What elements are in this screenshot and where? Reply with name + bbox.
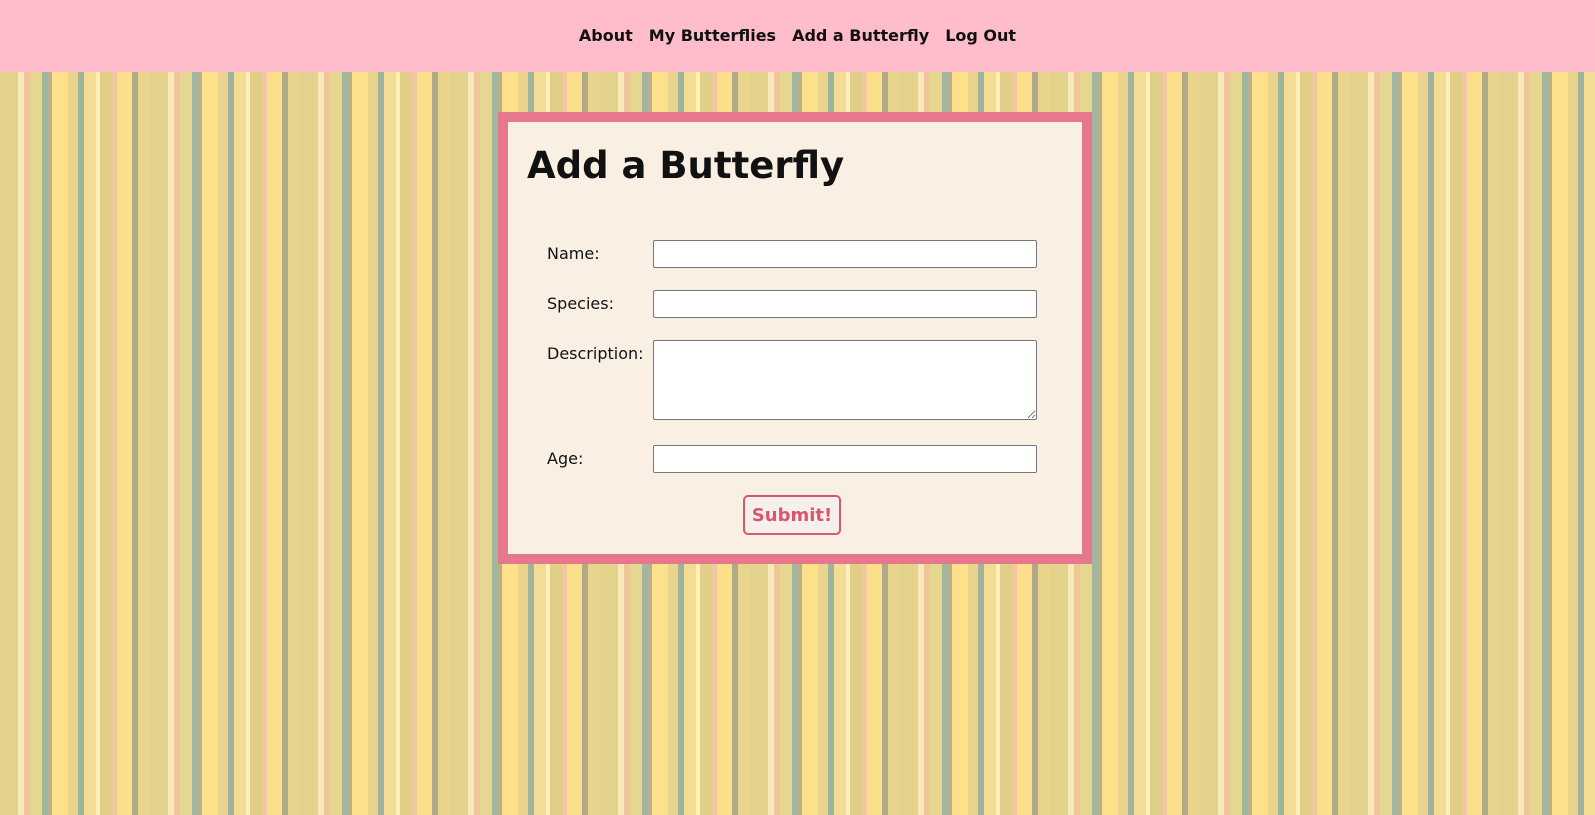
- page-title: Add a Butterfly: [527, 144, 845, 187]
- age-label: Age:: [547, 449, 584, 468]
- nav-log-out-link[interactable]: Log Out: [945, 26, 1016, 45]
- nav-my-butterflies-link[interactable]: My Butterflies: [649, 26, 776, 45]
- name-label: Name:: [547, 244, 600, 263]
- species-input[interactable]: [653, 290, 1037, 318]
- nav-about-link[interactable]: About: [579, 26, 633, 45]
- description-label: Description:: [547, 344, 644, 363]
- name-input[interactable]: [653, 240, 1037, 268]
- age-input[interactable]: [653, 445, 1037, 473]
- species-label: Species:: [547, 294, 614, 313]
- add-butterfly-card: Add a Butterfly Name: Species: Descripti…: [498, 112, 1092, 564]
- submit-button[interactable]: Submit!: [743, 495, 841, 535]
- top-nav: About My Butterflies Add a Butterfly Log…: [0, 0, 1595, 72]
- description-textarea[interactable]: [653, 340, 1037, 420]
- nav-add-butterfly-link[interactable]: Add a Butterfly: [792, 26, 929, 45]
